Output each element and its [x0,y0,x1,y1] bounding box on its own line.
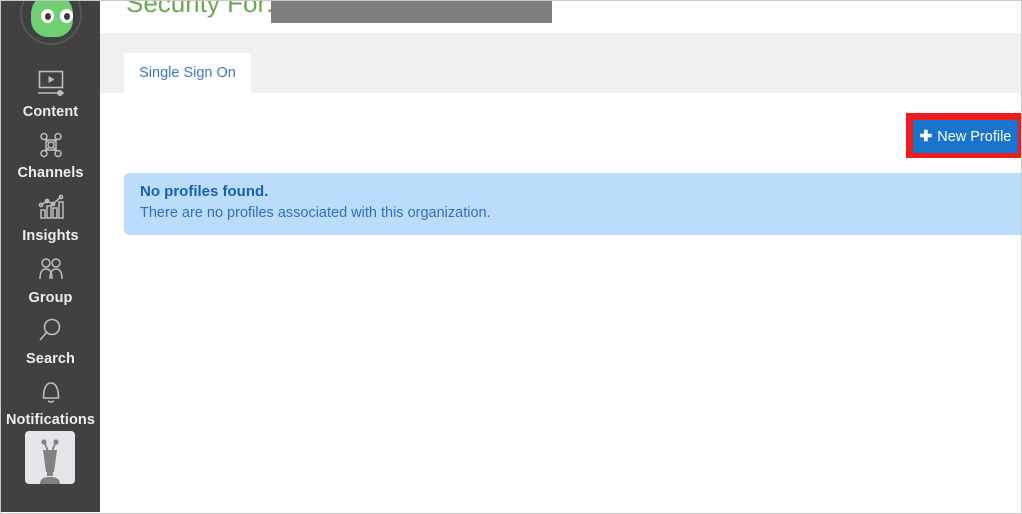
bell-icon [1,375,100,409]
new-profile-button[interactable]: ✚ New Profile [913,120,1018,153]
magnifier-icon [1,314,100,348]
application-window: Content Channels Insights Group Search N… [0,0,1022,514]
plus-icon: ✚ [919,128,933,145]
sidebar-navigation: Content Channels Insights Group Search N… [1,1,100,512]
sidebar-item-content[interactable]: Content [1,67,100,120]
new-profile-button-label: New Profile [937,128,1012,145]
new-profile-highlight-box: ✚ New Profile [906,113,1021,158]
tab-label: Single Sign On [139,65,236,81]
logo-eye-left [41,9,54,23]
avatar[interactable] [25,431,75,484]
sidebar-item-label: Content [22,104,79,120]
sidebar-item-group[interactable]: Group [1,253,100,306]
logo-eye-right [60,9,73,23]
bar-chart-trend-icon [1,191,100,225]
sidebar-item-label: Group [28,290,73,306]
sidebar-item-label: Search [26,351,75,367]
logo-pupil-right [64,13,70,20]
tab-single-sign-on[interactable]: Single Sign On [124,53,251,93]
sidebar-item-notifications[interactable]: Notifications [1,375,100,428]
sidebar-item-label: Channels [17,165,84,181]
logo-pupil-left [45,13,51,20]
alert-message: There are no profiles associated with th… [140,205,491,221]
sidebar-item-insights[interactable]: Insights [1,191,100,244]
video-player-icon [1,67,100,101]
robot-avatar-icon [40,439,60,484]
sidebar-item-label: Insights [22,228,79,244]
tab-strip: Single Sign On [100,33,1021,93]
people-group-icon [1,253,100,287]
sidebar-item-channels[interactable]: Channels [1,128,100,181]
sidebar-item-label: Notifications [5,412,96,428]
page-header: Security For: [100,1,1021,33]
alert-title: No profiles found. [140,183,269,200]
android-head-logo[interactable] [20,1,82,45]
sidebar-item-search[interactable]: Search [1,314,100,367]
page-title: Security For: [126,0,274,18]
redacted-organization-name [271,1,552,23]
main-content: Security For: Single Sign On ✚ New Profi… [100,1,1021,512]
network-nodes-icon [1,128,100,162]
no-profiles-alert: No profiles found. There are no profiles… [124,173,1021,235]
